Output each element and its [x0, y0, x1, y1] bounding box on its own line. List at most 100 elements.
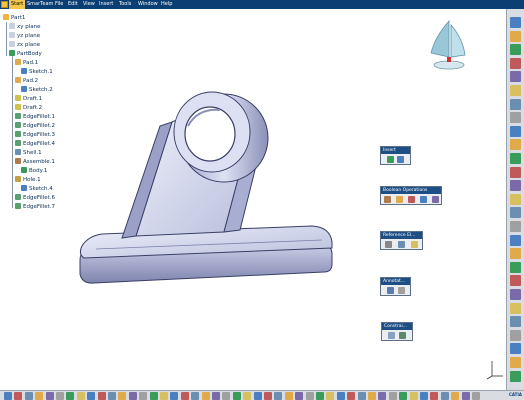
boolean-operations-palette[interactable]: Boolean Operations: [380, 186, 442, 205]
toolbar-button-icon[interactable]: [510, 316, 521, 328]
menu-start[interactable]: Start: [9, 0, 26, 9]
tree-node[interactable]: xy plane: [9, 23, 41, 32]
reference-elements-palette[interactable]: Reference El...: [380, 231, 423, 250]
menu-tools[interactable]: Tools: [119, 0, 131, 9]
toolbar-button-icon[interactable]: [409, 392, 418, 400]
toolbar-button-icon[interactable]: [510, 248, 521, 260]
toolbar-button-icon[interactable]: [66, 392, 75, 400]
menu-help[interactable]: Help: [161, 0, 172, 9]
toolbar-button-icon[interactable]: [264, 392, 272, 400]
toolbar-button-icon[interactable]: [510, 180, 521, 192]
tree-node[interactable]: Sketch.2: [21, 86, 53, 95]
line-icon[interactable]: [398, 241, 405, 248]
toolbar-button-icon[interactable]: [420, 392, 428, 400]
toolbar-button-icon[interactable]: [368, 392, 376, 400]
tree-node[interactable]: Hole.1: [15, 176, 41, 185]
catia-app-icon[interactable]: [1, 1, 8, 8]
boolean-operations-palette-title[interactable]: Boolean Operations: [381, 187, 441, 194]
toolbar-button-icon[interactable]: [510, 166, 521, 178]
tree-node[interactable]: EdgeFillet.4: [15, 140, 55, 149]
toolbar-button-icon[interactable]: [160, 392, 168, 400]
toolbar-button-icon[interactable]: [118, 392, 127, 400]
toolbar-button-icon[interactable]: [510, 221, 521, 232]
body-icon[interactable]: [387, 156, 394, 163]
toolbar-button-icon[interactable]: [222, 392, 231, 400]
toolbar-button-icon[interactable]: [510, 357, 521, 368]
annotations-palette-title[interactable]: Annotat...: [381, 278, 410, 285]
toolbar-button-icon[interactable]: [461, 392, 470, 400]
menu-insert[interactable]: Insert: [99, 0, 113, 9]
tree-node[interactable]: Pad.2: [15, 77, 38, 86]
toolbar-button-icon[interactable]: [510, 370, 521, 382]
tree-node[interactable]: zx plane: [9, 41, 40, 50]
toolbar-button-icon[interactable]: [510, 261, 521, 273]
insert-palette[interactable]: Insert: [380, 146, 411, 165]
toolbar-button-icon[interactable]: [510, 71, 521, 83]
toolbar-button-icon[interactable]: [510, 125, 521, 137]
reference-elements-palette-title[interactable]: Reference El...: [381, 232, 422, 239]
tree-node[interactable]: Part1: [3, 14, 25, 23]
constraints-palette-title[interactable]: Constrai...: [382, 323, 412, 330]
toolbar-button-icon[interactable]: [232, 392, 241, 400]
constraint-defined-icon[interactable]: [399, 332, 406, 339]
toolbar-button-icon[interactable]: [35, 392, 44, 400]
toolbar-button-icon[interactable]: [510, 85, 521, 96]
flag-icon[interactable]: [398, 287, 405, 294]
toolbar-button-icon[interactable]: [87, 392, 96, 400]
toolbar-button-icon[interactable]: [139, 392, 148, 400]
tree-node[interactable]: Draft.1: [15, 95, 42, 104]
toolbar-button-icon[interactable]: [510, 329, 521, 341]
tree-node[interactable]: Draft.2: [15, 104, 42, 113]
tree-node[interactable]: EdgeFillet.3: [15, 131, 55, 140]
toolbar-button-icon[interactable]: [510, 193, 521, 205]
tree-node[interactable]: yz plane: [9, 32, 40, 41]
point-icon[interactable]: [385, 241, 392, 248]
toolbar-button-icon[interactable]: [357, 392, 366, 400]
tree-node[interactable]: Pad.1: [15, 59, 38, 68]
toolbar-button-icon[interactable]: [472, 392, 480, 400]
toolbar-button-icon[interactable]: [510, 112, 521, 124]
toolbar-button-icon[interactable]: [191, 392, 200, 400]
tree-node[interactable]: Assemble.1: [15, 158, 55, 167]
toolbar-button-icon[interactable]: [4, 392, 12, 400]
compass-icon[interactable]: [425, 19, 469, 73]
tree-node[interactable]: EdgeFillet.7: [15, 203, 55, 212]
part-model-3d[interactable]: [74, 86, 344, 286]
intersect-icon[interactable]: [420, 196, 427, 203]
menu-window[interactable]: Window: [138, 0, 158, 9]
menu-file[interactable]: File: [55, 0, 63, 9]
toolbar-button-icon[interactable]: [347, 392, 356, 400]
text-icon[interactable]: [387, 287, 394, 294]
assemble-icon[interactable]: [397, 156, 404, 163]
add-icon[interactable]: [396, 196, 403, 203]
toolbar-button-icon[interactable]: [253, 392, 262, 400]
toolbar-button-icon[interactable]: [510, 275, 521, 287]
tree-node[interactable]: Body.1: [21, 167, 47, 176]
toolbar-button-icon[interactable]: [128, 392, 137, 400]
toolbar-button-icon[interactable]: [24, 392, 33, 400]
toolbar-button-icon[interactable]: [149, 392, 158, 400]
toolbar-button-icon[interactable]: [201, 392, 210, 400]
toolbar-button-icon[interactable]: [56, 392, 64, 400]
toolbar-button-icon[interactable]: [14, 392, 23, 400]
toolbar-button-icon[interactable]: [510, 289, 521, 300]
toolbar-button-icon[interactable]: [510, 153, 521, 164]
tree-node[interactable]: Sketch.1: [21, 68, 53, 77]
tree-node[interactable]: EdgeFillet.6: [15, 194, 55, 203]
menu-view[interactable]: View: [83, 0, 95, 9]
toolbar-button-icon[interactable]: [510, 302, 521, 314]
toolbar-button-icon[interactable]: [451, 392, 460, 400]
toolbar-button-icon[interactable]: [440, 392, 449, 400]
toolbar-button-icon[interactable]: [316, 392, 324, 400]
toolbar-button-icon[interactable]: [97, 392, 106, 400]
toolbar-button-icon[interactable]: [510, 57, 521, 69]
toolbar-button-icon[interactable]: [212, 392, 220, 400]
toolbar-button-icon[interactable]: [76, 392, 85, 400]
toolbar-button-icon[interactable]: [388, 392, 397, 400]
tree-node[interactable]: EdgeFillet.2: [15, 122, 55, 131]
toolbar-button-icon[interactable]: [45, 392, 54, 400]
toolbar-button-icon[interactable]: [295, 392, 304, 400]
plane-icon[interactable]: [411, 241, 418, 248]
toolbar-button-icon[interactable]: [170, 392, 179, 400]
toolbar-button-icon[interactable]: [305, 392, 314, 400]
